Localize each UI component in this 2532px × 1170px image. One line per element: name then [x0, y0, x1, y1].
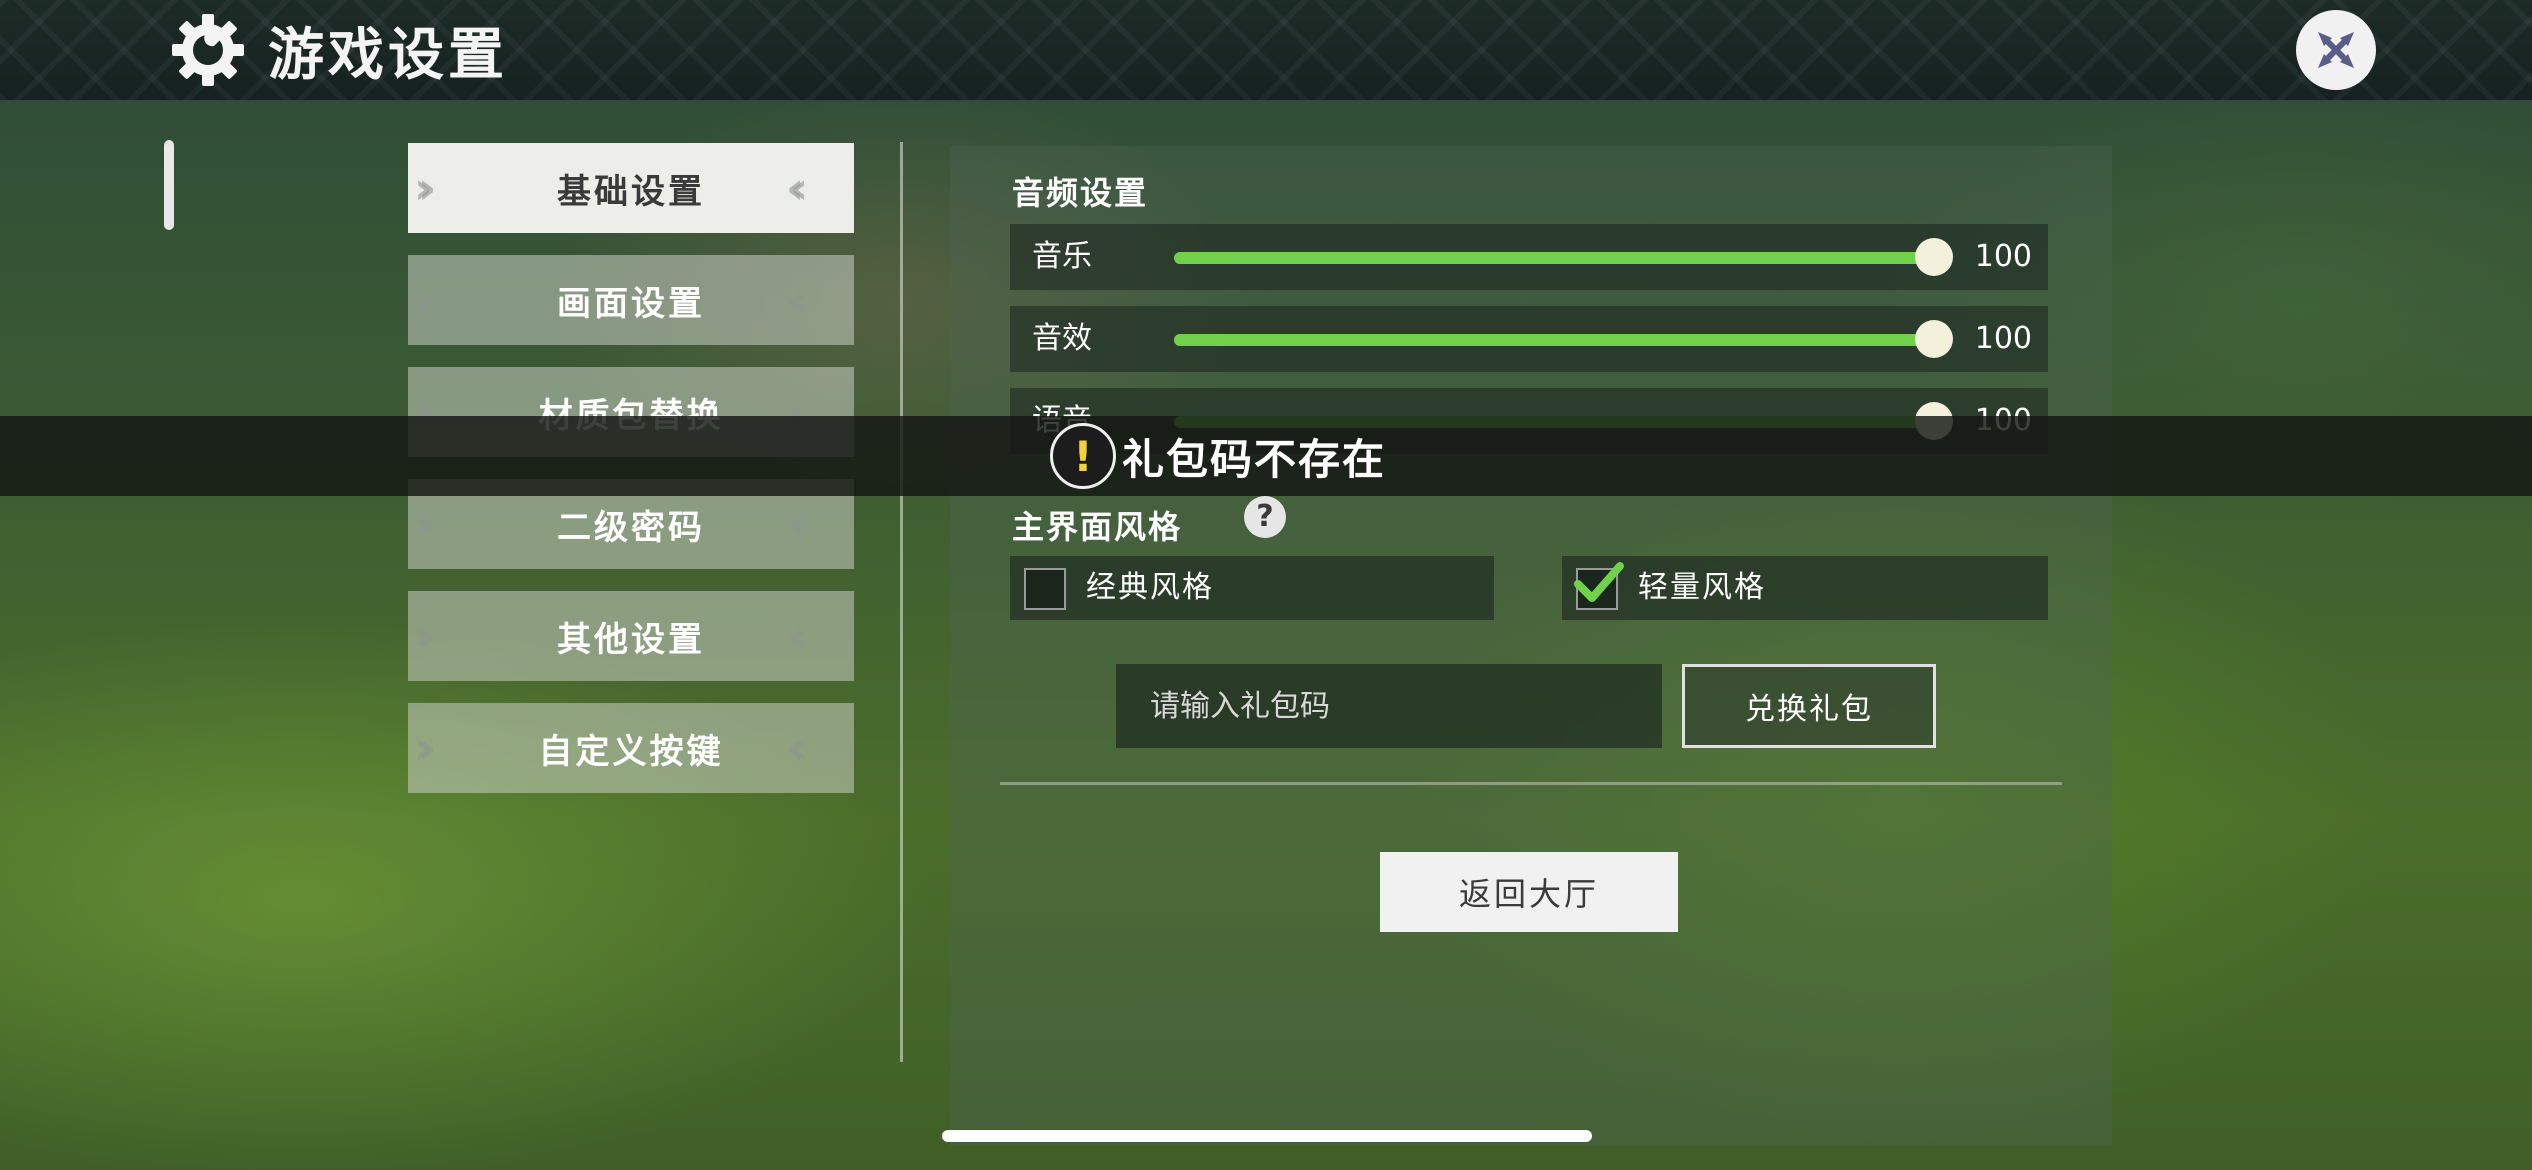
chevron-left-icon: ‹‹ — [786, 610, 808, 662]
gift-code-input[interactable] — [1116, 664, 1662, 748]
scroll-indicator[interactable] — [164, 140, 174, 230]
chevron-right-icon: ›› — [414, 610, 436, 662]
checkbox-unchecked[interactable] — [1024, 568, 1066, 610]
tab-display-settings[interactable]: ›› 画面设置 ‹‹ — [408, 255, 854, 345]
help-icon[interactable]: ? — [1244, 496, 1286, 538]
toast-message: 礼包码不存在 — [1122, 434, 1387, 484]
classic-style-option[interactable]: 经典风格 — [1010, 556, 1494, 620]
slider-label: 音乐 — [1032, 239, 1092, 274]
option-label: 轻量风格 — [1638, 570, 1766, 605]
slider-value: 100 — [1974, 239, 2032, 274]
tab-label: 基础设置 — [557, 171, 705, 212]
home-indicator[interactable] — [942, 1130, 1592, 1142]
horizontal-divider — [1000, 782, 2062, 785]
option-label: 经典风格 — [1086, 570, 1214, 605]
gear-wrench-icon — [172, 14, 244, 86]
slider-value: 100 — [1974, 321, 2032, 356]
music-slider[interactable] — [1174, 238, 1953, 276]
sfx-slider[interactable] — [1174, 320, 1953, 358]
close-button[interactable] — [2296, 10, 2376, 90]
slider-thumb[interactable] — [1915, 320, 1953, 358]
chevron-left-icon: ‹‹ — [786, 162, 808, 214]
style-section-title: 主界面风格 — [1012, 508, 1183, 546]
music-slider-row: 音乐 100 — [1010, 224, 2048, 290]
chevron-right-icon: ›› — [414, 722, 436, 774]
tab-other-settings[interactable]: ›› 其他设置 ‹‹ — [408, 591, 854, 681]
top-bar: 游戏设置 — [0, 0, 2532, 102]
exclamation-icon: ! — [1050, 423, 1116, 489]
tab-custom-keys[interactable]: ›› 自定义按键 ‹‹ — [408, 703, 854, 793]
slider-thumb[interactable] — [1915, 238, 1953, 276]
slider-fill — [1174, 252, 1934, 264]
tab-basic-settings[interactable]: ›› 基础设置 ‹‹ — [408, 143, 854, 233]
tab-label: 画面设置 — [557, 283, 705, 324]
title-wrap: 游戏设置 — [168, 14, 508, 88]
return-lobby-button[interactable]: 返回大厅 — [1380, 852, 1678, 932]
redeem-gift-button[interactable]: 兑换礼包 — [1682, 664, 1936, 748]
settings-panel — [950, 146, 2112, 1146]
page-title: 游戏设置 — [268, 22, 508, 88]
checkbox-checked[interactable] — [1574, 562, 1624, 610]
slider-fill — [1174, 334, 1934, 346]
checkmark-icon — [1574, 562, 1624, 602]
slider-label: 音效 — [1032, 321, 1092, 356]
vertical-divider — [900, 142, 903, 1062]
chevron-left-icon: ‹‹ — [786, 274, 808, 326]
tab-label: 二级密码 — [557, 507, 705, 548]
tab-label: 自定义按键 — [538, 731, 724, 772]
toast-bar: ! 礼包码不存在 — [0, 416, 2532, 496]
close-x-icon — [2318, 32, 2354, 68]
light-style-option[interactable]: 轻量风格 — [1562, 556, 2048, 620]
chevron-right-icon: ›› — [414, 162, 436, 214]
toast-content: ! 礼包码不存在 — [1050, 416, 1386, 496]
sfx-slider-row: 音效 100 — [1010, 306, 2048, 372]
tab-label: 其他设置 — [557, 619, 705, 660]
audio-section-title: 音频设置 — [1012, 174, 1149, 212]
chevron-right-icon: ›› — [414, 274, 436, 326]
chevron-left-icon: ‹‹ — [786, 722, 808, 774]
